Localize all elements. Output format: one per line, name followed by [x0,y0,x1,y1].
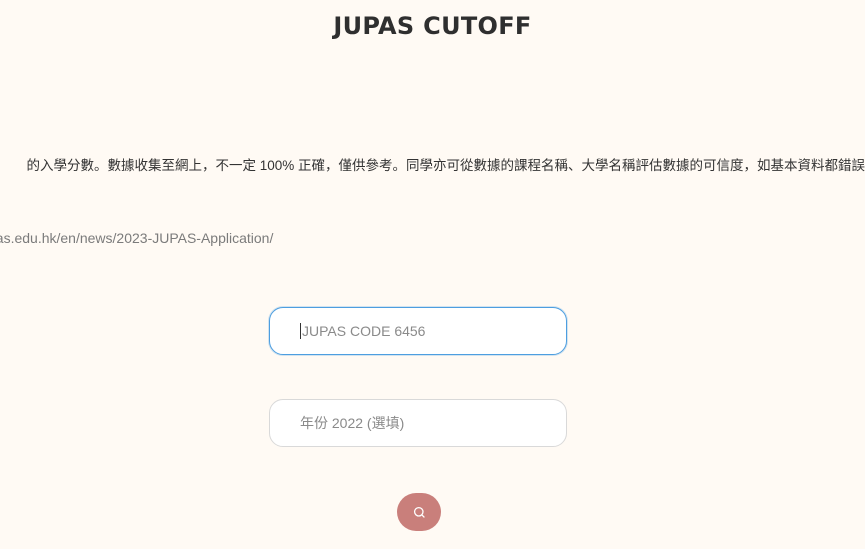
year-input[interactable]: 年份 2022 (選填) [269,399,567,447]
year-placeholder: 年份 2022 (選填) [300,415,405,431]
page: JUPAS CUTOFF 的入學分數。數據收集至網上，不一定 100% 正確，僅… [0,0,865,549]
search-icon [413,506,426,519]
page-title: JUPAS CUTOFF [333,12,532,40]
intro-text: 的入學分數。數據收集至網上，不一定 100% 正確，僅供參考。同學亦可從數據的課… [26,158,865,173]
jupas-code-input[interactable]: JUPAS CODE 6456 [269,307,567,355]
source-link[interactable]: pas.edu.hk/en/news/2023-JUPAS-Applicatio… [0,228,273,248]
search-button[interactable] [397,493,441,531]
text-caret [300,323,301,339]
jupas-code-placeholder: JUPAS CODE 6456 [302,323,426,339]
source-link-container: pas.edu.hk/en/news/2023-JUPAS-Applicatio… [0,228,300,248]
